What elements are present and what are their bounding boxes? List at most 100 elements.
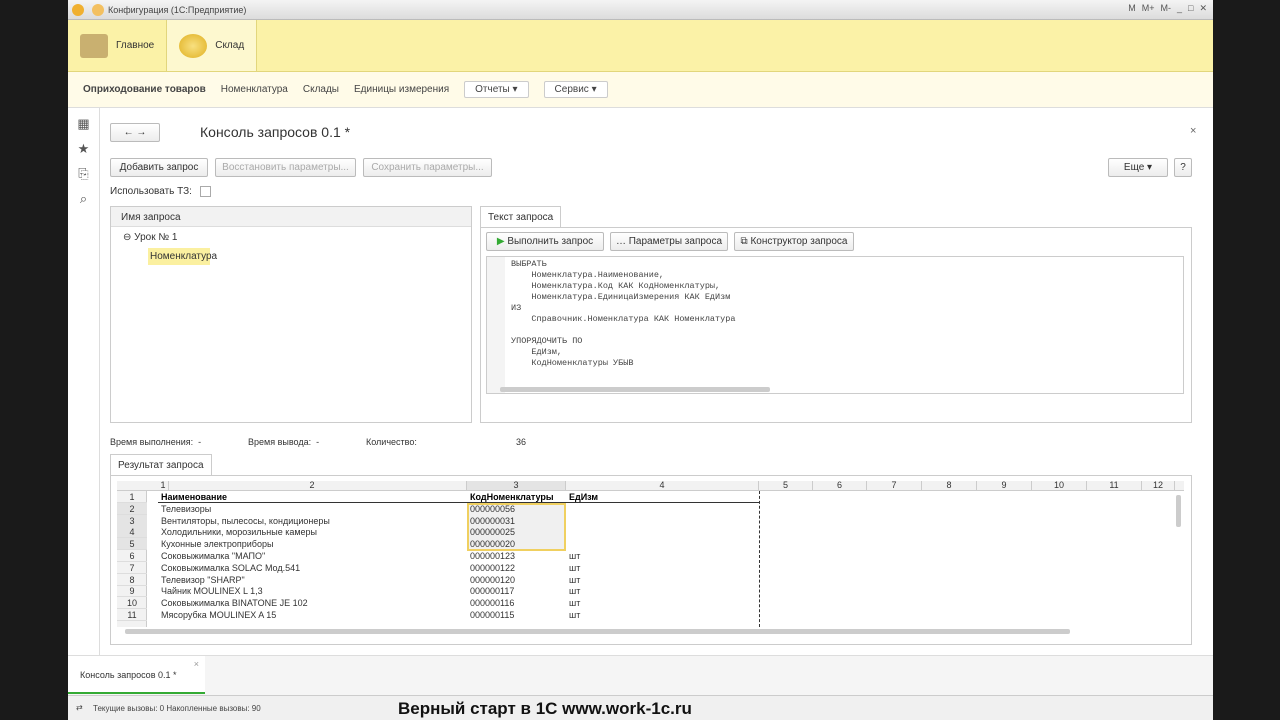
reports-dropdown[interactable]: Отчеты ▾ (464, 81, 529, 98)
menu-item-units[interactable]: Единицы измерения (354, 84, 449, 95)
cell-unit[interactable]: шт (566, 574, 759, 586)
cell-name[interactable]: Чайник MOULINEX L 1,3 (158, 585, 467, 597)
editor-scrollbar[interactable] (500, 387, 770, 392)
favorites-star-icon[interactable]: ★ (68, 141, 99, 158)
row-number[interactable]: 9 (117, 585, 147, 598)
menu-item-nomenclature[interactable]: Номенклатура (221, 84, 288, 95)
cell-code[interactable]: 000000122 (467, 562, 566, 574)
column-header[interactable]: 12 (1142, 481, 1175, 490)
cell-unit[interactable]: шт (566, 609, 759, 621)
row-number[interactable]: 5 (117, 538, 147, 551)
add-query-button[interactable]: Добавить запрос (110, 158, 208, 177)
service-dropdown[interactable]: Сервис ▾ (543, 81, 608, 98)
cell-unit[interactable] (566, 515, 759, 527)
column-header[interactable]: 5 (759, 481, 813, 490)
cell-name[interactable]: Телевизор "SHARP" (158, 574, 467, 586)
row-number[interactable]: 7 (117, 562, 147, 574)
column-header[interactable]: 11 (1087, 481, 1142, 490)
grid-h-scrollbar[interactable] (125, 629, 1070, 634)
column-header[interactable]: 8 (922, 481, 977, 490)
row-number[interactable]: 10 (117, 597, 147, 610)
column-header[interactable]: 10 (1032, 481, 1087, 490)
cell-name[interactable]: Соковыжималка "МАПО" (158, 550, 467, 562)
tab-query-text[interactable]: Текст запроса (480, 206, 562, 228)
cell-name[interactable]: Мясорубка MOULINEX A 15 (158, 609, 467, 621)
warehouse-icon (179, 33, 208, 58)
column-header[interactable]: 9 (977, 481, 1032, 490)
cell-name[interactable]: Соковыжималка SOLAC Мод.541 (158, 562, 467, 574)
cell-code[interactable]: 000000117 (467, 585, 566, 597)
result-spreadsheet[interactable]: 1 2 3 4 5 6 7 8 9 10 11 12 1 Наименование КодНоменклат… (117, 481, 1184, 627)
cell-code[interactable]: 000000116 (467, 597, 566, 609)
history-icon[interactable]: ⎘ (68, 166, 99, 183)
cell-selection (467, 502, 566, 551)
grid-v-scrollbar[interactable] (1176, 495, 1181, 527)
column-header[interactable]: 3 (467, 481, 566, 490)
cell-name[interactable]: Наименование (158, 491, 467, 503)
constructor-icon: ⧉ (740, 236, 748, 247)
cell-unit[interactable]: шт (566, 585, 759, 597)
row-number[interactable]: 6 (117, 550, 147, 562)
section-warehouse[interactable]: Склад (166, 20, 258, 71)
column-header[interactable]: 4 (566, 481, 759, 490)
memory-plus-button[interactable]: M+ (1142, 3, 1155, 14)
column-header[interactable]: 7 (867, 481, 922, 490)
menu-item-warehouses[interactable]: Склады (303, 84, 339, 95)
menu-item-receipts[interactable]: Оприходование товаров (83, 84, 206, 95)
row-number[interactable]: 8 (117, 574, 147, 586)
row-number[interactable]: 11 (117, 609, 147, 621)
nav-back-forward[interactable]: ← → (110, 123, 160, 142)
cell-name[interactable]: Телевизоры (158, 503, 467, 515)
memory-minus-button[interactable]: M- (1161, 3, 1172, 14)
cell-unit[interactable] (566, 538, 759, 550)
search-icon[interactable]: ⌕ (68, 191, 99, 208)
cell-name[interactable]: Холодильники, морозильные камеры (158, 526, 467, 538)
query-text-editor[interactable]: ВЫБРАТЬ Номенклатура.Наименование, Номен… (486, 256, 1184, 394)
cell-unit[interactable] (566, 526, 759, 538)
maximize-icon[interactable]: □ (1188, 3, 1193, 14)
cell-unit[interactable]: ЕдИзм (566, 491, 759, 503)
row-number[interactable]: 4 (117, 526, 147, 539)
row-number[interactable]: 1 (117, 491, 147, 503)
cell-code[interactable]: 000000123 (467, 550, 566, 562)
close-tab-icon[interactable]: × (194, 659, 199, 669)
use-tz-checkbox[interactable] (200, 186, 211, 197)
save-params-button[interactable]: Сохранить параметры... (363, 158, 492, 177)
grid-menu-icon[interactable]: ▦ (68, 116, 99, 133)
exec-time: Время выполнения: - (110, 437, 201, 447)
run-query-button[interactable]: ▶ Выполнить запрос (486, 232, 604, 251)
cell-unit[interactable]: шт (566, 550, 759, 562)
section-main[interactable]: Главное (68, 20, 166, 71)
main-menu-icon[interactable] (92, 3, 104, 16)
tree-header: Имя запроса (111, 207, 471, 227)
cell-name[interactable]: Соковыжималка BINATONE JE 102 (158, 597, 467, 609)
column-header[interactable]: 2 (158, 481, 467, 490)
cell-name[interactable]: Вентиляторы, пылесосы, кондиционеры (158, 515, 467, 527)
restore-params-button[interactable]: Восстановить параметры... (215, 158, 356, 177)
open-window-tab[interactable]: Консоль запросов 0.1 * × (68, 656, 205, 694)
cell-name[interactable]: Кухонные электроприборы (158, 538, 467, 550)
close-form-icon[interactable]: × (1190, 125, 1196, 137)
cell-code[interactable]: КодНоменклатуры (467, 491, 566, 503)
memory-m-button[interactable]: M (1128, 3, 1136, 14)
tree-root[interactable]: ⊖ Урок № 1 (111, 227, 471, 248)
output-time: Время вывода: - (248, 437, 319, 447)
cell-unit[interactable]: шт (566, 562, 759, 574)
close-window-icon[interactable]: ✕ (1199, 3, 1207, 14)
cell-code[interactable]: 000000120 (467, 574, 566, 586)
cell-code[interactable]: 000000115 (467, 609, 566, 621)
query-params-button[interactable]: … Параметры запроса (610, 232, 728, 251)
minimize-icon[interactable]: _ (1177, 3, 1182, 14)
cell-unit[interactable] (566, 503, 759, 515)
row-number[interactable]: 2 (117, 502, 147, 515)
function-menu: Оприходование товаров Номенклатура Склад… (68, 72, 1213, 108)
tree-item-nomenclature[interactable]: Номенклатура (148, 248, 217, 265)
column-header[interactable]: 6 (813, 481, 867, 490)
open-windows-bar: Консоль запросов 0.1 * × (68, 655, 1213, 695)
cell-unit[interactable]: шт (566, 597, 759, 609)
help-button[interactable]: ? (1174, 158, 1192, 177)
row-number[interactable]: 3 (117, 514, 147, 527)
tab-query-result[interactable]: Результат запроса (110, 454, 212, 476)
more-button[interactable]: Еще ▾ (1108, 158, 1168, 177)
query-constructor-button[interactable]: ⧉ Конструктор запроса (734, 232, 854, 251)
